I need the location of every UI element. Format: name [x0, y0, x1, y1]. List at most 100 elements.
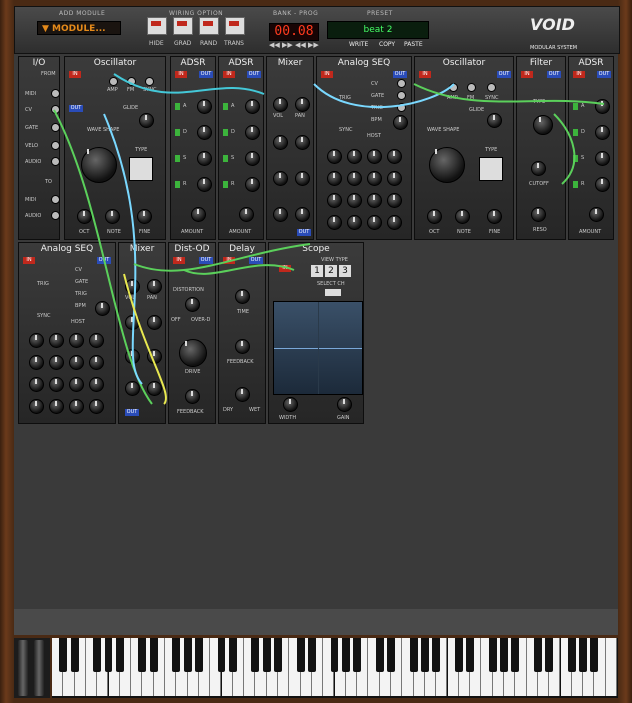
piano-black-key[interactable] [387, 638, 395, 672]
seq2-step-knob[interactable] [69, 333, 84, 348]
adsr2-s-knob[interactable] [245, 151, 260, 166]
seq2-step-knob[interactable] [49, 377, 64, 392]
osc1-amp-jack[interactable] [109, 77, 118, 86]
io-gate-jack[interactable] [51, 123, 60, 132]
piano-black-key[interactable] [183, 638, 192, 672]
piano-black-key[interactable] [375, 638, 384, 672]
seq2-bpm-knob[interactable] [95, 301, 110, 316]
seq1-step-knob[interactable] [387, 171, 402, 186]
seq2-step-knob[interactable] [69, 377, 84, 392]
piano-black-key[interactable] [274, 638, 282, 672]
filter-reso-knob[interactable] [531, 207, 546, 222]
seq2-step-knob[interactable] [29, 333, 44, 348]
piano-black-key[interactable] [567, 638, 576, 672]
seq2-step-knob[interactable] [69, 355, 84, 370]
piano-black-key[interactable] [500, 638, 508, 672]
piano-black-key[interactable] [70, 638, 79, 672]
mixer1-ch3-pan-knob[interactable] [295, 171, 310, 186]
osc2-fine-knob[interactable] [487, 209, 502, 224]
seq2-step-knob[interactable] [89, 399, 104, 414]
distod-distortion-knob[interactable] [185, 297, 200, 312]
seq2-step-knob[interactable] [29, 355, 44, 370]
mod-wheel[interactable] [34, 640, 44, 696]
mixer1-ch1-vol-knob[interactable] [273, 97, 288, 112]
osc1-fine-knob[interactable] [137, 209, 152, 224]
mixer1-ch3-vol-knob[interactable] [273, 171, 288, 186]
osc2-glide-knob[interactable] [487, 113, 502, 128]
mixer2-ch3-pan-knob[interactable] [147, 349, 162, 364]
piano-black-key[interactable] [307, 638, 316, 672]
wiring-grad-button[interactable] [173, 17, 193, 35]
adsr1-d-knob[interactable] [197, 125, 212, 140]
piano-black-key[interactable] [104, 638, 113, 672]
seq2-step-knob[interactable] [49, 355, 64, 370]
distod-drive-knob[interactable] [179, 339, 207, 367]
delay-feedback-knob[interactable] [235, 339, 250, 354]
adsr2-a-knob[interactable] [245, 99, 260, 114]
filter-type-knob[interactable] [533, 115, 553, 135]
io-to-audio-jack[interactable] [51, 211, 60, 220]
adsr2-amount-knob[interactable] [239, 207, 254, 222]
osc2-oct-knob[interactable] [427, 209, 442, 224]
scope-view-1-button[interactable]: 1 [311, 265, 323, 277]
seq2-step-knob[interactable] [49, 333, 64, 348]
osc2-type-button[interactable] [479, 157, 503, 181]
piano-black-key[interactable] [115, 638, 124, 672]
seq1-step-knob[interactable] [347, 149, 362, 164]
seq2-step-knob[interactable] [89, 355, 104, 370]
piano-black-key[interactable] [454, 638, 463, 672]
mixer2-ch3-vol-knob[interactable] [125, 349, 140, 364]
osc1-sync-jack[interactable] [145, 77, 154, 86]
mixer2-ch4-pan-knob[interactable] [147, 381, 162, 396]
mixer2-ch2-vol-knob[interactable] [125, 315, 140, 330]
seq1-step-knob[interactable] [367, 215, 382, 230]
seq1-step-knob[interactable] [347, 215, 362, 230]
io-midi-jack[interactable] [51, 89, 60, 98]
adsr3-r-knob[interactable] [595, 177, 610, 192]
piano-black-key[interactable] [330, 638, 339, 672]
piano-black-key[interactable] [138, 638, 147, 672]
piano-black-key[interactable] [194, 638, 203, 672]
piano-black-key[interactable] [228, 638, 237, 672]
seq1-cv-jack[interactable] [397, 79, 406, 88]
seq1-step-knob[interactable] [367, 193, 382, 208]
osc1-note-knob[interactable] [105, 209, 120, 224]
io-velo-jack[interactable] [51, 141, 60, 150]
adsr2-r-knob[interactable] [245, 177, 260, 192]
osc1-fm-jack[interactable] [127, 77, 136, 86]
io-audio-jack[interactable] [51, 157, 60, 166]
osc1-type-button[interactable] [129, 157, 153, 181]
adsr3-s-knob[interactable] [595, 151, 610, 166]
piano-white-key[interactable] [605, 638, 617, 696]
mixer1-ch1-pan-knob[interactable] [295, 97, 310, 112]
wiring-hide-button[interactable] [147, 17, 167, 35]
seq1-step-knob[interactable] [347, 171, 362, 186]
piano-black-key[interactable] [262, 638, 271, 672]
adsr2-d-knob[interactable] [245, 125, 260, 140]
seq1-step-knob[interactable] [327, 149, 342, 164]
piano-black-key[interactable] [59, 638, 68, 672]
piano-black-key[interactable] [420, 638, 429, 672]
seq1-step-knob[interactable] [367, 171, 382, 186]
adsr3-a-knob[interactable] [595, 99, 610, 114]
piano-black-key[interactable] [488, 638, 497, 672]
piano-black-key[interactable] [341, 638, 350, 672]
preset-write-button[interactable]: WRITE [349, 41, 368, 48]
mixer1-ch2-vol-knob[interactable] [273, 135, 288, 150]
preset-paste-button[interactable]: PASTE [404, 41, 423, 48]
seq1-trig-jack[interactable] [397, 103, 406, 112]
delay-drywet-knob[interactable] [235, 387, 250, 402]
adsr3-d-knob[interactable] [595, 125, 610, 140]
bank-prog-arrows[interactable]: ◀◀ ▶▶ ◀◀ ▶▶ [269, 41, 319, 49]
osc2-waveshape-knob[interactable] [429, 147, 465, 183]
filter-cutoff-knob[interactable] [531, 161, 546, 176]
seq2-step-knob[interactable] [29, 399, 44, 414]
osc2-note-knob[interactable] [455, 209, 470, 224]
adsr1-r-knob[interactable] [197, 177, 212, 192]
pitch-wheel[interactable] [18, 640, 28, 696]
seq2-step-knob[interactable] [49, 399, 64, 414]
seq2-step-knob[interactable] [29, 377, 44, 392]
mixer1-ch2-pan-knob[interactable] [295, 135, 310, 150]
seq1-step-knob[interactable] [387, 149, 402, 164]
piano-black-key[interactable] [149, 638, 158, 672]
